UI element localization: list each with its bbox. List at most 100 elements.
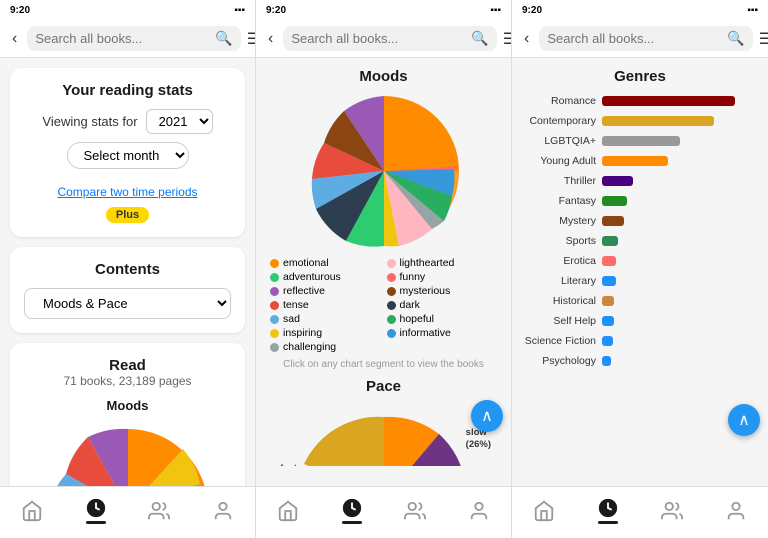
genre-row[interactable]: LGBTQIA+	[522, 135, 758, 147]
legend-emotional: emotional	[270, 257, 381, 269]
back-button-1[interactable]: ‹	[8, 28, 21, 50]
pace-title: Pace	[266, 378, 501, 395]
status-icons-2: ▪▪▪	[490, 5, 501, 16]
search-input-1[interactable]	[35, 31, 211, 46]
search-icon-1[interactable]: 🔍	[215, 30, 232, 47]
read-title: Read	[24, 357, 231, 374]
contents-title: Contents	[24, 261, 231, 278]
genre-bar-container	[602, 96, 758, 106]
genre-label: Self Help	[522, 315, 602, 327]
genre-row[interactable]: Mystery	[522, 215, 758, 227]
panel3-scroll: Genres Romance Contemporary LGBTQIA+ You…	[512, 58, 768, 462]
viewing-row: Viewing stats for 2021 2020 2019	[24, 109, 231, 134]
genre-row[interactable]: Science Fiction	[522, 335, 758, 347]
legend-reflective: reflective	[270, 285, 381, 297]
nav-profile-2[interactable]	[468, 500, 490, 522]
legend-label-reflective: reflective	[283, 285, 325, 297]
panel-genres: 9:20 ▪▪▪ ‹ 🔍 ☰ Genres Romance Contempora…	[512, 0, 768, 538]
nav-profile-1[interactable]	[212, 500, 234, 522]
genre-label: Fantasy	[522, 195, 602, 207]
genre-row[interactable]: Literary	[522, 275, 758, 287]
nav-profile-3[interactable]	[725, 500, 747, 522]
search-icon-2[interactable]: 🔍	[471, 30, 488, 47]
month-select[interactable]: Select month	[67, 142, 189, 169]
legend-label-challenging: challenging	[283, 341, 336, 353]
search-icon-3[interactable]: 🔍	[727, 30, 744, 47]
contents-card: Contents Moods & Pace	[10, 247, 245, 333]
pace-chart[interactable]: fast(39%) slow(26%)	[266, 399, 501, 466]
scroll-up-fab-2[interactable]: ∧	[471, 400, 503, 432]
genre-bar-container	[602, 276, 758, 286]
nav-stats-2[interactable]	[341, 497, 363, 524]
year-select[interactable]: 2021 2020 2019	[146, 109, 213, 134]
nav-stats-3[interactable]	[597, 497, 619, 524]
search-input-3[interactable]	[547, 31, 723, 46]
genre-bar	[602, 356, 611, 366]
contents-select[interactable]: Moods & Pace	[24, 288, 231, 319]
scroll-up-fab-3[interactable]: ∧	[728, 404, 760, 436]
genre-bar-container	[602, 316, 758, 326]
legend-dot-adventurous	[270, 273, 279, 282]
genre-row[interactable]: Psychology	[522, 355, 758, 367]
legend-mysterious: mysterious	[387, 285, 498, 297]
menu-icon-3[interactable]: ☰	[759, 29, 768, 49]
search-box-3[interactable]: 🔍	[539, 26, 752, 51]
genre-bar	[602, 236, 618, 246]
genre-row[interactable]: Young Adult	[522, 155, 758, 167]
search-input-2[interactable]	[291, 31, 467, 46]
read-subtitle: 71 books, 23,189 pages	[24, 374, 231, 388]
moods-pie-chart[interactable]	[266, 91, 501, 251]
genre-row[interactable]: Sports	[522, 235, 758, 247]
legend-dot-sad	[270, 315, 279, 324]
read-card: Read 71 books, 23,189 pages Moods	[10, 343, 245, 486]
nav-community-2[interactable]	[404, 500, 426, 522]
genre-row[interactable]: Romance	[522, 95, 758, 107]
bottom-nav-3	[512, 486, 768, 538]
legend-dot-dark	[387, 301, 396, 310]
menu-icon-2[interactable]: ☰	[503, 29, 512, 49]
legend-adventurous: adventurous	[270, 271, 381, 283]
nav-community-3[interactable]	[661, 500, 683, 522]
legend-dot-inspiring	[270, 329, 279, 338]
legend-dot-informative	[387, 329, 396, 338]
legend-dot-funny	[387, 273, 396, 282]
genre-row[interactable]: Erotica	[522, 255, 758, 267]
genre-label: Young Adult	[522, 155, 602, 167]
time-2: 9:20	[266, 5, 286, 16]
menu-icon-1[interactable]: ☰	[247, 29, 256, 49]
nav-home-1[interactable]	[21, 500, 43, 522]
legend-sad: sad	[270, 313, 381, 325]
search-box-1[interactable]: 🔍	[27, 26, 240, 51]
nav-active-indicator-1	[86, 521, 106, 524]
genre-row[interactable]: Fantasy	[522, 195, 758, 207]
legend-dot-tense	[270, 301, 279, 310]
viewing-label: Viewing stats for	[42, 114, 137, 129]
back-button-2[interactable]: ‹	[264, 28, 277, 50]
genre-row[interactable]: Contemporary	[522, 115, 758, 127]
legend-tense: tense	[270, 299, 381, 311]
panel2-scroll: Moods	[256, 58, 511, 466]
bottom-nav-1	[0, 486, 255, 538]
genre-row[interactable]: Historical	[522, 295, 758, 307]
search-box-2[interactable]: 🔍	[283, 26, 496, 51]
nav-active-indicator-2	[342, 521, 362, 524]
genre-bar	[602, 256, 616, 266]
nav-stats-1[interactable]	[85, 497, 107, 524]
legend-label-dark: dark	[400, 299, 420, 311]
legend-informative: informative	[387, 327, 498, 339]
genre-label: Thriller	[522, 175, 602, 187]
back-button-3[interactable]: ‹	[520, 28, 533, 50]
compare-link[interactable]: Compare two time periods	[24, 185, 231, 199]
genre-row[interactable]: Thriller	[522, 175, 758, 187]
top-bar-2: ‹ 🔍 ☰	[256, 20, 511, 58]
nav-community-1[interactable]	[148, 500, 170, 522]
legend-dot-lighthearted	[387, 259, 396, 268]
legend-label-sad: sad	[283, 313, 300, 325]
bottom-nav-2	[256, 486, 511, 538]
genre-row[interactable]: Self Help	[522, 315, 758, 327]
genre-bar-container	[602, 296, 758, 306]
nav-home-3[interactable]	[533, 500, 555, 522]
genre-bar	[602, 136, 680, 146]
nav-home-2[interactable]	[277, 500, 299, 522]
genre-bar-container	[602, 196, 758, 206]
